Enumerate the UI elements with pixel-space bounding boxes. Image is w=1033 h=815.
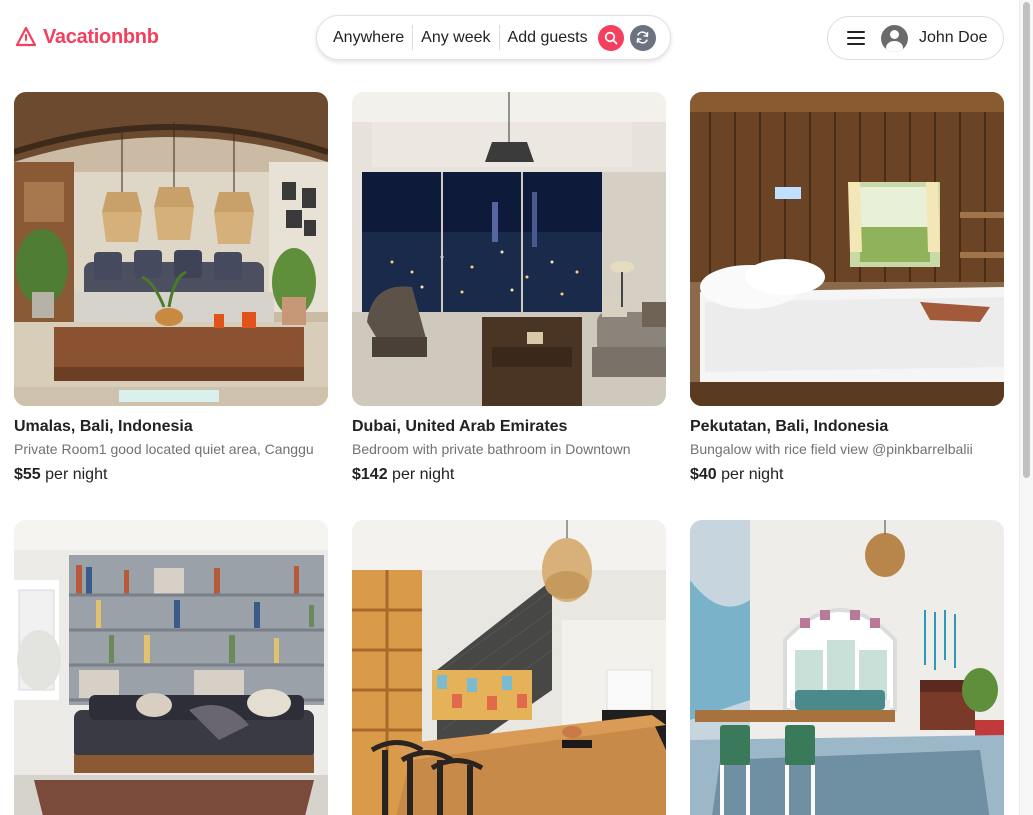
search-anywhere[interactable]: Anywhere bbox=[317, 29, 412, 47]
listing-photo[interactable] bbox=[14, 520, 328, 815]
city-view-room-photo bbox=[352, 92, 666, 406]
listing-price: $40 per night bbox=[690, 466, 1004, 484]
user-name: John Doe bbox=[919, 29, 988, 46]
search-any-week[interactable]: Any week bbox=[413, 29, 498, 47]
reset-search-button[interactable] bbox=[629, 24, 656, 51]
top-navbar: Vacationbnb Anywhere Any week Add guests bbox=[0, 0, 1019, 76]
scrollbar-thumb[interactable] bbox=[1023, 2, 1030, 478]
price-unit: per night bbox=[392, 466, 455, 483]
listing-card[interactable] bbox=[14, 520, 328, 815]
loft-dining-photo bbox=[352, 520, 666, 815]
page-scrollbar[interactable] bbox=[1019, 0, 1033, 815]
library-room-photo bbox=[14, 520, 328, 815]
listing-photo[interactable] bbox=[690, 520, 1004, 815]
page: Vacationbnb Anywhere Any week Add guests bbox=[0, 0, 1033, 815]
brand-logo[interactable]: Vacationbnb bbox=[15, 25, 159, 49]
listing-description: Bungalow with rice field view @pinkbarre… bbox=[690, 441, 973, 457]
arched-window-dining-photo bbox=[690, 520, 1004, 815]
price-amount: $142 bbox=[352, 466, 388, 483]
listing-photo[interactable] bbox=[690, 92, 1004, 406]
listing-description: Bedroom with private bathroom in Downtow… bbox=[352, 441, 631, 457]
price-amount: $40 bbox=[690, 466, 717, 483]
bungalow-bedroom-photo bbox=[690, 92, 1004, 406]
brand-triangle-icon bbox=[15, 26, 37, 47]
search-icon bbox=[604, 31, 617, 44]
listing-location: Umalas, Bali, Indonesia bbox=[14, 418, 193, 435]
listing-location: Dubai, United Arab Emirates bbox=[352, 418, 568, 435]
price-amount: $55 bbox=[14, 466, 41, 483]
listing-card[interactable]: Umalas, Bali, Indonesia Private Room1 go… bbox=[14, 92, 328, 484]
listing-description: Private Room1 good located quiet area, C… bbox=[14, 441, 314, 457]
living-room-photo bbox=[14, 92, 328, 406]
listing-card[interactable] bbox=[690, 520, 1004, 815]
search-bar[interactable]: Anywhere Any week Add guests bbox=[316, 15, 671, 60]
listings-grid: Umalas, Bali, Indonesia Private Room1 go… bbox=[14, 92, 1004, 815]
user-avatar-icon bbox=[881, 24, 908, 52]
user-menu-button[interactable]: John Doe bbox=[827, 16, 1004, 60]
price-unit: per night bbox=[721, 466, 784, 483]
listing-card[interactable]: Pekutatan, Bali, Indonesia Bungalow with… bbox=[690, 92, 1004, 484]
listing-card[interactable] bbox=[352, 520, 666, 815]
listing-price: $55 per night bbox=[14, 466, 328, 484]
listing-photo[interactable] bbox=[352, 92, 666, 406]
listing-card[interactable]: Dubai, United Arab Emirates Bedroom with… bbox=[352, 92, 666, 484]
price-unit: per night bbox=[45, 466, 108, 483]
search-button[interactable] bbox=[597, 24, 624, 51]
search-add-guests[interactable]: Add guests bbox=[500, 29, 596, 47]
refresh-icon bbox=[636, 31, 649, 44]
brand-name: Vacationbnb bbox=[43, 25, 159, 48]
listing-photo[interactable] bbox=[352, 520, 666, 815]
hamburger-menu-icon bbox=[847, 31, 865, 45]
listing-location: Pekutatan, Bali, Indonesia bbox=[690, 418, 889, 435]
listing-photo[interactable] bbox=[14, 92, 328, 406]
listing-price: $142 per night bbox=[352, 466, 666, 484]
